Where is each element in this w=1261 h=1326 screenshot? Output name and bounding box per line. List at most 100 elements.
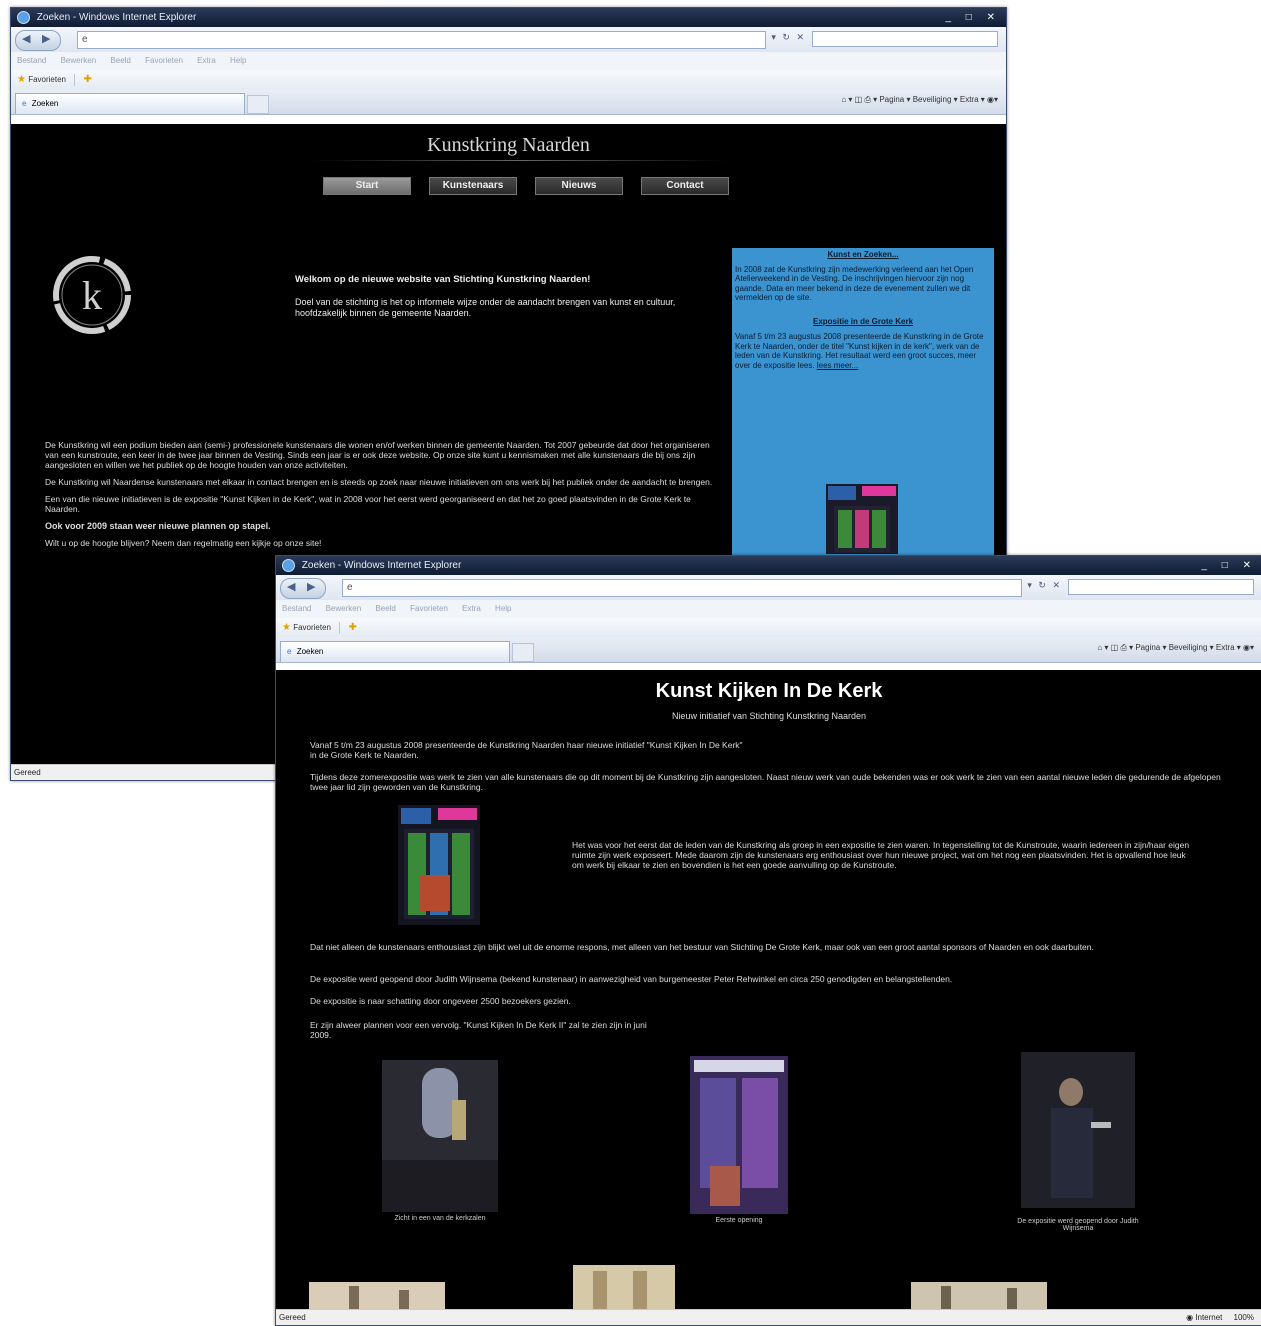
menu-item[interactable]: Bewerken <box>61 56 97 65</box>
commandbar-text[interactable]: Pagina ▾ Beveiliging ▾ Extra ▾ <box>1135 643 1240 652</box>
paragraph-5: De expositie werd geopend door Judith Wi… <box>310 974 1240 984</box>
opening-speech-photo[interactable] <box>1021 1052 1135 1208</box>
menu-bar: Bestand Bewerken Beeld Favorieten Extra … <box>276 600 1261 618</box>
opening-poster-photo[interactable] <box>690 1056 788 1214</box>
paragraph: Dat niet alleen de kunstenaars enthousia… <box>310 942 1094 952</box>
commandbar-text[interactable]: Pagina ▾ Beveiliging ▾ Extra ▾ <box>879 95 984 104</box>
back-arrow-icon[interactable]: ◀ <box>287 580 295 593</box>
menu-item[interactable]: Bestand <box>17 56 46 65</box>
paragraph: Het was voor het eerst dat de leden van … <box>572 840 1190 870</box>
feeds-icon[interactable]: ◫ <box>1111 643 1121 652</box>
window-controls[interactable]: _ □ ✕ <box>945 8 1001 27</box>
window-title: Zoeken - Windows Internet Explorer <box>301 560 462 571</box>
favorites-bar: ★ Favorieten ✚ <box>276 618 1261 637</box>
photo-caption: De expositie werd geopend door Judith Wi… <box>1017 1218 1139 1232</box>
tab-zoeken[interactable]: e Zoeken <box>280 641 510 662</box>
news-sidebar: Kunst en Zoeken... In 2008 zat de Kunstk… <box>732 248 994 568</box>
command-bar[interactable]: ⌂ ▾ ◫ ⎙ ▾ Pagina ▾ Beveiliging ▾ Extra ▾… <box>841 95 998 105</box>
window-titlebar: Zoeken - Windows Internet Explorer _ □ ✕ <box>11 8 1006 27</box>
status-text: Gereed <box>279 1313 306 1322</box>
command-bar[interactable]: ⌂ ▾ ◫ ⎙ ▾ Pagina ▾ Beveiliging ▾ Extra ▾… <box>1097 643 1254 653</box>
nav-buttons[interactable]: ◀ ▶ <box>15 30 61 51</box>
ie-icon <box>282 558 295 572</box>
new-tab-button[interactable] <box>512 643 534 662</box>
favorites-label[interactable]: Favorieten <box>293 623 331 632</box>
menu-item[interactable]: Bewerken <box>326 604 362 613</box>
menu-item[interactable]: Extra <box>462 604 481 613</box>
menu-start[interactable]: Start <box>323 177 411 195</box>
help-icon[interactable]: ◉▾ <box>1243 643 1254 652</box>
bold-line: Ook voor 2009 staan weer nieuwe plannen … <box>45 521 271 531</box>
divider <box>339 621 341 634</box>
home-icon[interactable]: ⌂ ▾ <box>841 95 852 104</box>
browser-window-front: Zoeken - Windows Internet Explorer _ □ ✕… <box>275 555 1261 1326</box>
paragraph-7: Er zijn alweer plannen voor een vervolg.… <box>310 1020 670 1040</box>
feeds-icon[interactable]: ◫ <box>855 95 865 104</box>
menu-item[interactable]: Help <box>495 604 511 613</box>
search-input[interactable] <box>1068 579 1254 595</box>
refresh-icon[interactable]: ▾ ↻ ✕ <box>771 32 806 43</box>
ie-icon: e <box>287 647 292 656</box>
page-subtitle: Nieuw initiatief van Stichting Kunstkrin… <box>671 711 867 721</box>
print-icon[interactable]: ⎙ ▾ <box>1120 643 1135 652</box>
menu-contact[interactable]: Contact <box>641 177 729 195</box>
forward-arrow-icon[interactable]: ▶ <box>307 580 315 593</box>
favorites-label[interactable]: Favorieten <box>28 75 66 84</box>
menu-item[interactable]: Beeld <box>110 56 130 65</box>
menu-nieuws[interactable]: Nieuws <box>535 177 623 195</box>
read-more-link[interactable]: lees meer... <box>817 361 858 370</box>
window-controls[interactable]: _ □ ✕ <box>1201 556 1257 575</box>
paragraph-2: Tijdens deze zomerexpositie was werk te … <box>310 772 1240 792</box>
paragraph: De Kunstkring wil een podium bieden aan … <box>45 440 710 470</box>
paragraph-6: De expositie is naar schatting door onge… <box>310 996 1240 1006</box>
tab-row: e Zoeken ⌂ ▾ ◫ ⎙ ▾ Pagina ▾ Beveiliging … <box>276 637 1261 663</box>
welcome-text: Doel van de stichting is het op informel… <box>295 297 676 318</box>
kunstkring-logo: k <box>53 256 131 334</box>
page-title: Kunst Kijken In De Kerk <box>655 680 883 702</box>
welcome-title: Welkom op de nieuwe website van Stichtin… <box>295 274 591 285</box>
church-interior-photo[interactable] <box>382 1060 498 1212</box>
new-tab-button[interactable] <box>247 95 269 114</box>
menu-item[interactable]: Beeld <box>375 604 395 613</box>
sidebar-text-2-body: Vanaf 5 t/m 23 augustus 2008 presenteerd… <box>735 332 984 370</box>
ie-icon: e <box>22 99 27 108</box>
photo-caption: Eerste opening <box>715 1217 763 1224</box>
church-photo-2[interactable] <box>309 1282 445 1310</box>
menu-item[interactable]: Favorieten <box>145 56 183 65</box>
search-input[interactable] <box>812 31 998 47</box>
refresh-icon[interactable]: ▾ ↻ ✕ <box>1027 580 1062 591</box>
favorites-star-icon[interactable]: ★ <box>17 74 26 85</box>
add-favorites-icon[interactable]: ✚ <box>348 622 356 633</box>
status-bar: Gereed ◉ Internet 100% <box>276 1309 1261 1325</box>
paragraph: De expositie is naar schatting door onge… <box>310 996 571 1006</box>
sidebar-text: In 2008 zat de Kunstkring zijn medewerki… <box>735 264 974 303</box>
poster-thumbnail[interactable] <box>826 484 898 554</box>
sidebar-heading-2[interactable]: Expositie in de Grote Kerk <box>732 317 994 327</box>
favorites-star-icon[interactable]: ★ <box>282 622 291 633</box>
menu-item[interactable]: Bestand <box>282 604 311 613</box>
tab-label: Zoeken <box>31 99 59 108</box>
print-icon[interactable]: ⎙ ▾ <box>864 95 879 104</box>
expo-poster[interactable] <box>398 805 480 925</box>
nav-buttons[interactable]: ◀ ▶ <box>280 578 326 599</box>
zoom-level[interactable]: 100% <box>1234 1313 1254 1322</box>
add-favorites-icon[interactable]: ✚ <box>83 74 91 85</box>
church-photo-3[interactable] <box>573 1265 675 1310</box>
status-text: Gereed <box>14 768 41 777</box>
menu-item[interactable]: Favorieten <box>410 604 448 613</box>
sidebar-text-2: Vanaf 5 t/m 23 augustus 2008 presenteerd… <box>735 332 991 370</box>
forward-arrow-icon[interactable]: ▶ <box>42 32 50 45</box>
menu-item[interactable]: Extra <box>197 56 216 65</box>
back-arrow-icon[interactable]: ◀ <box>22 32 30 45</box>
home-icon[interactable]: ⌂ ▾ <box>1097 643 1108 652</box>
address-bar[interactable]: e <box>77 31 766 49</box>
menu-item[interactable]: Help <box>230 56 246 65</box>
ie-icon <box>17 10 30 24</box>
address-bar[interactable]: e <box>342 579 1022 597</box>
tab-zoeken[interactable]: e Zoeken <box>15 93 245 114</box>
menu-kunstenaars[interactable]: Kunstenaars <box>429 177 517 195</box>
sidebar-heading[interactable]: Kunst en Zoeken... <box>732 250 994 260</box>
church-photo-4[interactable] <box>911 1282 1047 1310</box>
help-icon[interactable]: ◉▾ <box>987 95 998 104</box>
tab-row: e Zoeken ⌂ ▾ ◫ ⎙ ▾ Pagina ▾ Beveiliging … <box>11 89 1006 115</box>
